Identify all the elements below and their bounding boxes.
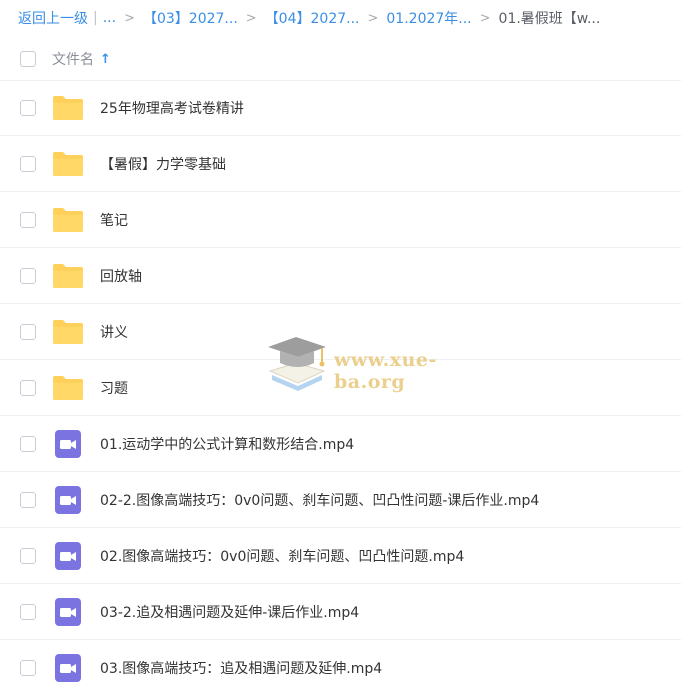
list-item[interactable]: 03-2.追及相遇问题及延伸-课后作业.mp4 <box>0 584 681 640</box>
list-item[interactable]: 02-2.图像高端技巧：0v0问题、刹车问题、凹凸性问题-课后作业.mp4 <box>0 472 681 528</box>
file-name[interactable]: 回放轴 <box>100 266 142 286</box>
breadcrumb-current: 01.暑假班【w... <box>498 11 601 27</box>
file-name[interactable]: 【暑假】力学零基础 <box>100 154 226 174</box>
folder-icon <box>52 94 84 122</box>
file-browser: 返回上一级 | ... > 【03】2027... > 【04】2027... … <box>0 0 681 685</box>
list-item[interactable]: 25年物理高考试卷精讲 <box>0 80 681 136</box>
list-header: 文件名 ↑ <box>0 38 681 81</box>
list-item[interactable]: 01.运动学中的公式计算和数形结合.mp4 <box>0 416 681 472</box>
list-item[interactable]: 笔记 <box>0 192 681 248</box>
folder-icon <box>52 318 84 346</box>
folder-icon <box>52 262 84 290</box>
row-checkbox[interactable] <box>20 267 36 284</box>
arrow-up-icon[interactable]: ↑ <box>100 52 111 67</box>
file-name[interactable]: 习题 <box>100 378 128 398</box>
list-item[interactable]: 回放轴 <box>0 248 681 304</box>
chevron-right-icon: > <box>479 10 491 26</box>
back-link[interactable]: 返回上一级 <box>18 8 88 28</box>
file-name[interactable]: 02.图像高端技巧：0v0问题、刹车问题、凹凸性问题.mp4 <box>100 546 464 566</box>
video-file-icon <box>52 485 84 514</box>
breadcrumb-item[interactable]: 01.2027年... <box>386 8 471 28</box>
list-item[interactable]: 习题 <box>0 360 681 416</box>
list-item[interactable]: 讲义 <box>0 304 681 360</box>
row-checkbox[interactable] <box>20 659 36 676</box>
file-list: 25年物理高考试卷精讲 【暑假】力学零基础 笔记回放轴讲义习题 01.运动学中的公式计… <box>0 80 681 685</box>
breadcrumb-item[interactable]: 【03】2027... <box>143 8 238 28</box>
video-file-icon <box>52 597 84 626</box>
breadcrumb-divider: | <box>93 10 98 26</box>
row-checkbox[interactable] <box>20 435 36 452</box>
breadcrumb: 返回上一级 | ... > 【03】2027... > 【04】2027... … <box>0 0 681 36</box>
file-name[interactable]: 笔记 <box>100 210 128 230</box>
row-checkbox[interactable] <box>20 211 36 228</box>
row-checkbox[interactable] <box>20 491 36 508</box>
chevron-right-icon: > <box>124 10 135 26</box>
list-item[interactable]: 03.图像高端技巧：追及相遇问题及延伸.mp4 <box>0 640 681 685</box>
row-checkbox[interactable] <box>20 99 36 116</box>
file-name[interactable]: 讲义 <box>100 322 128 342</box>
column-header-filename[interactable]: 文件名 <box>52 49 94 69</box>
chevron-right-icon: > <box>245 10 257 26</box>
folder-icon <box>52 206 84 234</box>
file-name[interactable]: 25年物理高考试卷精讲 <box>100 98 244 118</box>
breadcrumb-ellipsis[interactable]: ... <box>103 10 116 26</box>
video-file-icon <box>52 541 84 570</box>
row-checkbox[interactable] <box>20 323 36 340</box>
row-checkbox[interactable] <box>20 379 36 396</box>
row-checkbox[interactable] <box>20 603 36 620</box>
folder-icon <box>52 374 84 402</box>
file-name[interactable]: 03.图像高端技巧：追及相遇问题及延伸.mp4 <box>100 658 382 678</box>
list-item[interactable]: 【暑假】力学零基础 <box>0 136 681 192</box>
list-item[interactable]: 02.图像高端技巧：0v0问题、刹车问题、凹凸性问题.mp4 <box>0 528 681 584</box>
chevron-right-icon: > <box>367 10 379 26</box>
file-name[interactable]: 01.运动学中的公式计算和数形结合.mp4 <box>100 434 354 454</box>
video-file-icon <box>52 653 84 682</box>
row-checkbox[interactable] <box>20 547 36 564</box>
row-checkbox[interactable] <box>20 155 36 172</box>
video-file-icon <box>52 429 84 458</box>
file-name[interactable]: 03-2.追及相遇问题及延伸-课后作业.mp4 <box>100 602 359 622</box>
select-all-checkbox[interactable] <box>20 51 36 67</box>
folder-icon <box>52 150 84 178</box>
breadcrumb-item[interactable]: 【04】2027... <box>265 8 360 28</box>
file-name[interactable]: 02-2.图像高端技巧：0v0问题、刹车问题、凹凸性问题-课后作业.mp4 <box>100 490 539 510</box>
